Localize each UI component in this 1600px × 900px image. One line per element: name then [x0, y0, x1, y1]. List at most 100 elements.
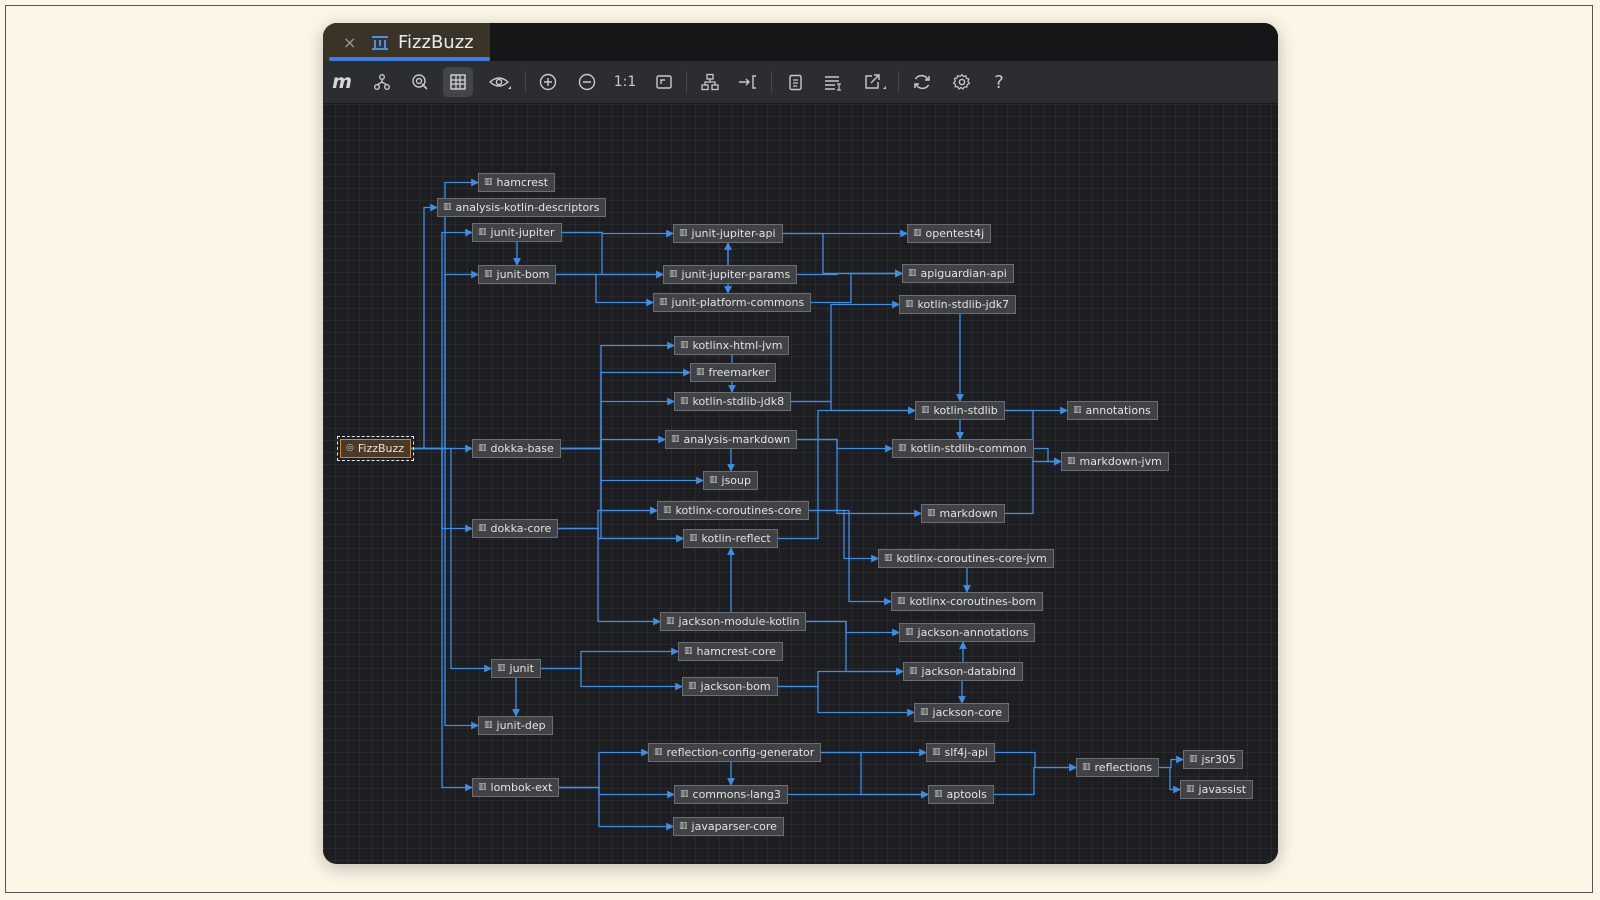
- dependency-node[interactable]: ▥ javaparser-core: [673, 817, 784, 836]
- root-node-fizzbuzz[interactable]: ◎ FizzBuzz: [336, 436, 415, 461]
- dependency-node[interactable]: ▥ reflections: [1076, 758, 1160, 777]
- library-icon: ▥: [497, 663, 506, 673]
- dependency-node[interactable]: ▥ opentest4j: [907, 224, 992, 243]
- edge-lombok-cl3: [559, 786, 675, 799]
- dependency-node[interactable]: ▥ kotlinx-coroutines-core-jvm: [878, 549, 1054, 568]
- library-icon: ▥: [666, 616, 675, 626]
- dependency-node[interactable]: ▥ kotlin-stdlib-common: [892, 439, 1034, 458]
- node-label: dokka-core: [490, 522, 552, 535]
- fit-content-button[interactable]: [649, 67, 679, 97]
- library-icon: ▥: [934, 789, 943, 799]
- edge-db-ksjdk8: [561, 397, 675, 450]
- tab-fizzbuzz[interactable]: × FizzBuzz: [323, 23, 490, 61]
- zoom-in-icon: [539, 73, 557, 91]
- show-modules-button[interactable]: [443, 67, 473, 97]
- library-icon: ▥: [1189, 754, 1198, 764]
- dependency-node[interactable]: ▥ apiguardian-api: [902, 264, 1014, 283]
- dependency-node[interactable]: ▥ kotlin-stdlib-jdk7: [899, 295, 1017, 314]
- dependency-node[interactable]: ▥ jackson-bom: [682, 677, 778, 696]
- node-label: jackson-module-kotlin: [678, 615, 800, 628]
- dependency-node[interactable]: ▥ jackson-core: [914, 703, 1009, 722]
- dependency-node[interactable]: ▥ hamcrest: [478, 173, 556, 192]
- zoom-in-button[interactable]: [533, 67, 563, 97]
- dependency-analyzer-button[interactable]: [367, 67, 397, 97]
- options-button[interactable]: [819, 67, 849, 97]
- dependency-node[interactable]: ▥ slf4j-api: [926, 743, 995, 762]
- dependency-node[interactable]: ▥ javassist: [1180, 780, 1254, 799]
- edge-junit-hcore: [541, 647, 679, 670]
- refresh-button[interactable]: [907, 67, 937, 97]
- dependency-node[interactable]: ▥ hamcrest-core: [678, 642, 783, 661]
- dependency-node[interactable]: ▥ lombok-ext: [472, 778, 560, 797]
- settings-button[interactable]: [947, 67, 977, 97]
- dependency-node[interactable]: ▥ jackson-annotations: [899, 623, 1036, 642]
- help-button[interactable]: ?: [984, 67, 1014, 97]
- node-label: jackson-bom: [700, 680, 771, 693]
- dependency-node[interactable]: ▥ annotations: [1067, 401, 1158, 420]
- node-label: kotlinx-html-jvm: [692, 339, 783, 352]
- dependency-node[interactable]: ▥ jackson-module-kotlin: [660, 612, 807, 631]
- node-label: analysis-markdown: [683, 433, 791, 446]
- dependency-node[interactable]: ▥ analysis-markdown: [665, 430, 798, 449]
- dependency-node[interactable]: ▥ junit-bom: [478, 265, 557, 284]
- dependency-node[interactable]: ▥ junit: [491, 659, 541, 678]
- dependency-node[interactable]: ▥ freemarker: [690, 363, 777, 382]
- target-icon: [412, 74, 428, 90]
- dependency-node[interactable]: ▥ analysis-kotlin-descriptors: [437, 198, 607, 217]
- dependency-node[interactable]: ▥ junit-dep: [478, 716, 553, 735]
- dependency-node[interactable]: ▥ junit-platform-commons: [653, 293, 812, 312]
- dependency-node[interactable]: ▥ jackson-databind: [903, 662, 1023, 681]
- zoom-out-button[interactable]: [572, 67, 602, 97]
- logo-button[interactable]: m: [327, 67, 357, 97]
- dependency-node[interactable]: ▥ junit-jupiter-params: [663, 265, 798, 284]
- library-icon: ▥: [679, 228, 688, 238]
- layout-button[interactable]: [695, 67, 725, 97]
- node-label: opentest4j: [925, 227, 985, 240]
- edge-db-khtml: [561, 341, 675, 450]
- dependency-node[interactable]: ▥ commons-lang3: [674, 785, 788, 804]
- dependency-node[interactable]: ▥ kotlinx-coroutines-core: [657, 501, 809, 520]
- route-edges-button[interactable]: [733, 67, 763, 97]
- dependency-node[interactable]: ▥ reflection-config-generator: [648, 743, 822, 762]
- dependency-node[interactable]: ▥ junit-jupiter: [472, 223, 562, 242]
- export-button[interactable]: [858, 67, 892, 97]
- library-icon: ▥: [709, 475, 718, 485]
- logo-glyph: m: [332, 71, 352, 93]
- diagram-canvas[interactable]: ◎ FizzBuzz ▥ hamcrest ▥ analysis-kotlin-descr…: [323, 104, 1278, 864]
- dependency-node[interactable]: ▥ kotlin-stdlib-jdk8: [674, 392, 792, 411]
- node-label: kotlin-stdlib-jdk8: [692, 395, 785, 408]
- close-icon[interactable]: ×: [343, 33, 357, 52]
- edge-jpc-apig: [811, 269, 903, 304]
- dependency-node[interactable]: ▥ markdown-jvm: [1061, 452, 1169, 471]
- select-target-button[interactable]: [405, 67, 435, 97]
- edge-jj-jjparams: [562, 231, 664, 279]
- dependency-node[interactable]: ▥ jsoup: [703, 471, 758, 490]
- library-icon: ▥: [484, 177, 493, 187]
- library-icon: ▥: [669, 269, 678, 279]
- dependency-node[interactable]: ▥ markdown: [921, 504, 1005, 523]
- node-label: reflections: [1094, 761, 1153, 774]
- copy-button[interactable]: [780, 67, 810, 97]
- dependency-node[interactable]: ▥ jsr305: [1183, 750, 1243, 769]
- dependency-node[interactable]: ▥ dokka-core: [472, 519, 559, 538]
- library-icon: ▥: [478, 782, 487, 792]
- actual-size-button[interactable]: 1:1: [610, 67, 640, 97]
- actual-size-label: 1:1: [613, 74, 637, 90]
- dependency-node[interactable]: ▥ kotlinx-html-jvm: [674, 336, 790, 355]
- toolbar-separator: [686, 71, 687, 93]
- dependency-node[interactable]: ▥ aptools: [928, 785, 994, 804]
- dependency-node[interactable]: ▥ kotlinx-coroutines-bom: [891, 592, 1044, 611]
- library-icon: ▥: [659, 297, 668, 307]
- node-label: junit-platform-commons: [671, 296, 805, 309]
- dependency-node[interactable]: ▥ kotlin-stdlib: [915, 401, 1005, 420]
- node-label: junit-bom: [496, 268, 550, 281]
- dependency-node[interactable]: ▥ dokka-base: [472, 439, 561, 458]
- title-bar: × FizzBuzz: [323, 23, 1278, 61]
- library-icon: ▥: [909, 666, 918, 676]
- dependency-node[interactable]: ▥ junit-jupiter-api: [673, 224, 783, 243]
- dependency-node[interactable]: ▥ kotlin-reflect: [683, 529, 778, 548]
- library-icon: ▥: [443, 202, 452, 212]
- edge-db-jsoup: [561, 447, 704, 485]
- visibility-button[interactable]: [483, 67, 517, 97]
- edge-refl-jsr: [1159, 755, 1184, 769]
